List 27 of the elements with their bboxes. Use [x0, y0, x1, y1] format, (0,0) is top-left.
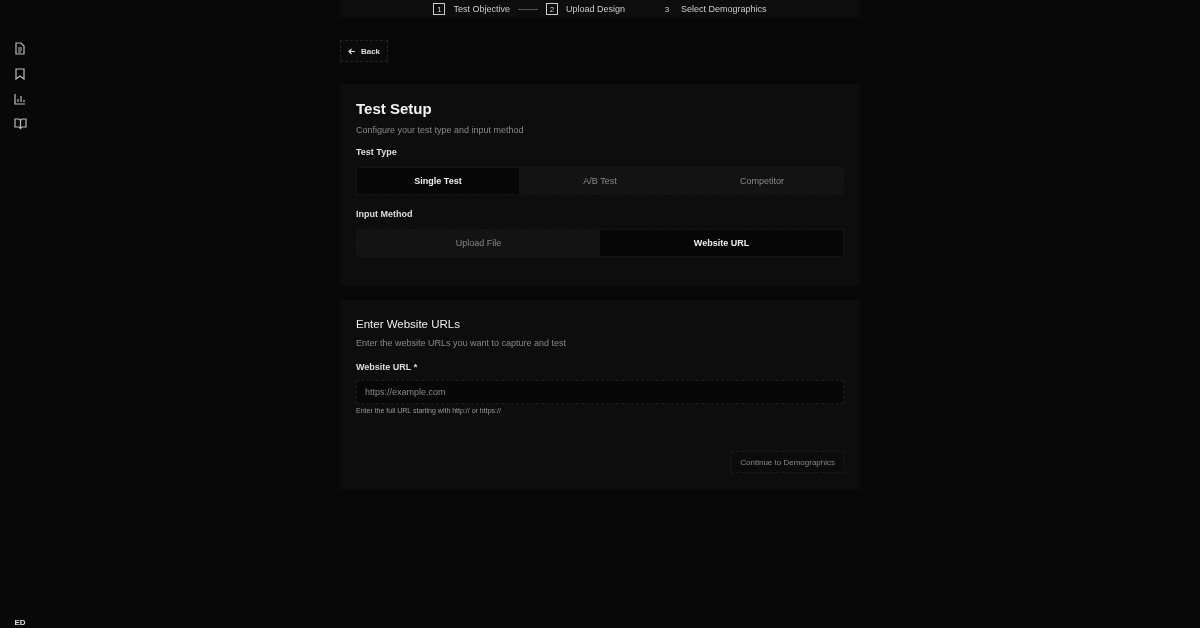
card-title: Enter Website URLs — [356, 318, 461, 330]
continue-button[interactable]: Continue to Demographics — [731, 451, 844, 473]
segment-tab[interactable]: A/B Test — [519, 168, 681, 194]
arrow-left-icon — [347, 47, 356, 55]
website-url-field[interactable]: https://example.com — [356, 380, 844, 404]
step-label: Test Objective — [453, 4, 510, 14]
section-label: Test Type — [356, 147, 398, 157]
bar-chart-icon[interactable] — [14, 92, 26, 105]
step-number: 3 — [663, 3, 671, 15]
step-label: Select Demographics — [681, 4, 767, 14]
card-subtitle: Configure your test type and input method — [356, 125, 525, 135]
document-icon[interactable] — [14, 42, 26, 55]
segment-tab[interactable]: Single Test — [357, 168, 519, 194]
bookmark-icon[interactable] — [15, 67, 25, 80]
card-title: Test Setup — [356, 100, 433, 117]
segment-tab[interactable]: Upload File — [357, 230, 600, 256]
step-number: 2 — [545, 3, 558, 15]
back-button[interactable]: Back — [340, 40, 388, 62]
user-initials[interactable]: ED — [14, 618, 26, 628]
segment-tab[interactable]: Website URL — [600, 230, 843, 256]
step-label: Upload Design — [565, 4, 625, 14]
field-label: Website URL * — [356, 362, 419, 372]
segment-tab[interactable]: Competitor — [681, 168, 843, 194]
card-subtitle: Enter the website URLs you want to capture and test — [356, 338, 568, 348]
section-label: Input Method — [356, 209, 414, 219]
open-book-icon[interactable] — [13, 118, 27, 129]
step-number: 1 — [433, 3, 446, 15]
